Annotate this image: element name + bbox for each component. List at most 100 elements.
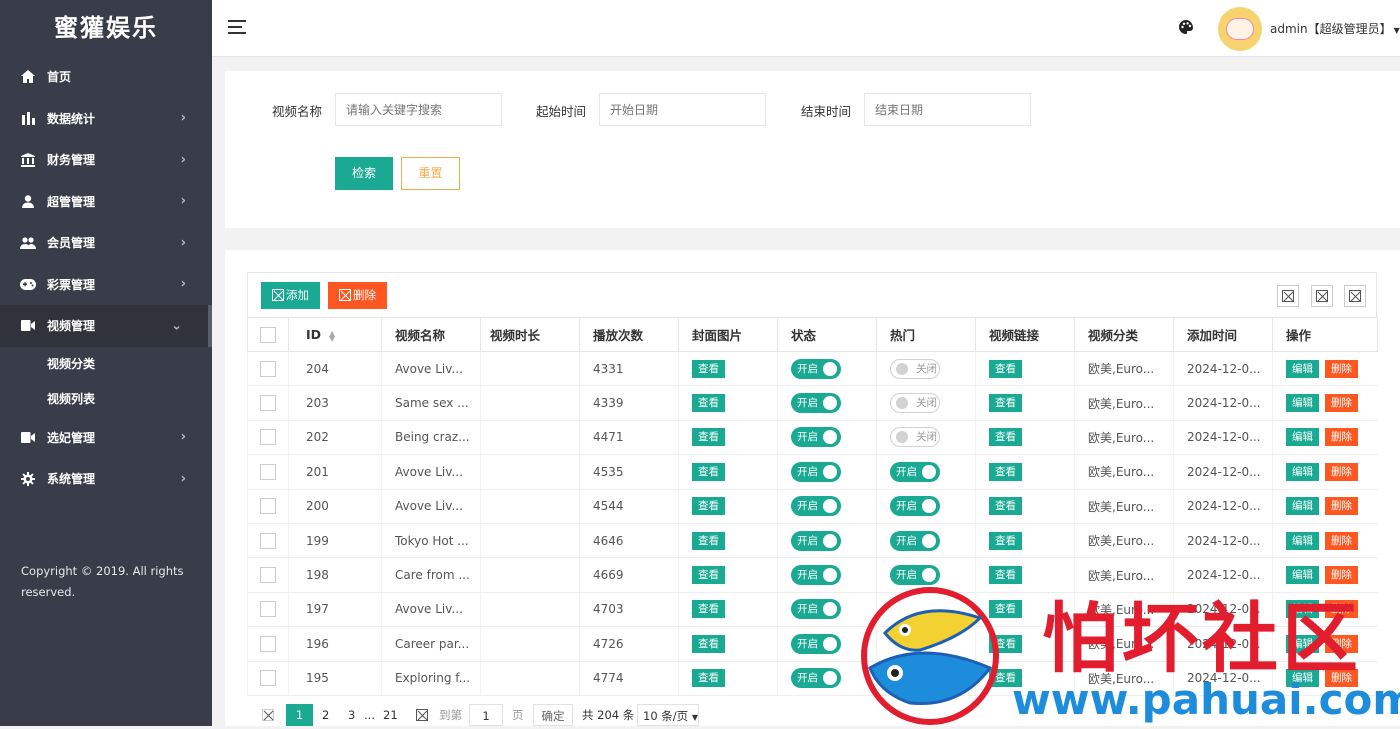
status-toggle[interactable]: 开启 xyxy=(791,393,841,414)
delete-button[interactable]: 删除 xyxy=(1325,497,1358,516)
delete-button[interactable]: 删除 xyxy=(1325,428,1358,447)
view-link-button[interactable]: 查看 xyxy=(989,566,1022,585)
row-checkbox[interactable] xyxy=(260,463,276,480)
view-link-button[interactable]: 查看 xyxy=(989,462,1022,481)
status-toggle[interactable]: 开启 xyxy=(791,530,841,551)
sidebar-item-0[interactable]: 选妃管理 › xyxy=(0,417,212,459)
row-checkbox[interactable] xyxy=(260,498,276,515)
filter-columns-icon[interactable] xyxy=(1277,285,1299,307)
delete-button[interactable]: 删除 xyxy=(1325,634,1358,653)
batch-delete-button[interactable]: 删除 xyxy=(328,282,387,309)
status-toggle[interactable]: 开启 xyxy=(791,358,841,379)
edit-button[interactable]: 编辑 xyxy=(1286,600,1319,619)
hot-toggle[interactable]: 关闭 xyxy=(890,393,940,414)
hot-toggle[interactable]: 开启 xyxy=(890,461,940,482)
next-page-icon[interactable] xyxy=(416,704,428,726)
status-toggle[interactable]: 开启 xyxy=(791,461,841,482)
row-select-cell[interactable] xyxy=(247,489,289,524)
sidebar-item-2[interactable]: 财务管理 › xyxy=(0,139,212,181)
row-checkbox[interactable] xyxy=(260,567,276,584)
edit-button[interactable]: 编辑 xyxy=(1286,497,1319,516)
palette-icon[interactable] xyxy=(1178,19,1194,38)
view-cover-button[interactable]: 查看 xyxy=(692,428,725,447)
edit-button[interactable]: 编辑 xyxy=(1286,634,1319,653)
row-checkbox[interactable] xyxy=(260,601,276,618)
hot-toggle[interactable]: 开启 xyxy=(890,565,940,586)
video-name-input[interactable] xyxy=(335,93,502,126)
edit-button[interactable]: 编辑 xyxy=(1286,531,1319,550)
row-checkbox[interactable] xyxy=(260,395,276,412)
submenu-item-1[interactable]: 视频列表 xyxy=(0,382,212,417)
goto-confirm-button[interactable]: 确定 xyxy=(533,704,573,726)
avatar[interactable] xyxy=(1218,7,1262,51)
row-checkbox[interactable] xyxy=(260,635,276,652)
view-link-button[interactable]: 查看 xyxy=(989,428,1022,447)
view-cover-button[interactable]: 查看 xyxy=(692,359,725,378)
delete-button[interactable]: 删除 xyxy=(1325,669,1358,688)
row-checkbox[interactable] xyxy=(260,670,276,687)
row-select-cell[interactable] xyxy=(247,557,289,593)
status-toggle[interactable]: 开启 xyxy=(791,427,841,448)
edit-button[interactable]: 编辑 xyxy=(1286,394,1319,413)
submenu-item-0[interactable]: 视频分类 xyxy=(0,347,212,382)
view-cover-button[interactable]: 查看 xyxy=(692,394,725,413)
start-date-input[interactable] xyxy=(599,93,766,126)
select-all-checkbox[interactable] xyxy=(260,326,276,343)
per-page-select[interactable]: 10 条/页 ▼ xyxy=(637,704,699,726)
view-link-button[interactable]: 查看 xyxy=(989,634,1022,653)
view-link-button[interactable]: 查看 xyxy=(989,600,1022,619)
prev-page-icon[interactable] xyxy=(262,704,274,726)
view-link-button[interactable]: 查看 xyxy=(989,359,1022,378)
goto-page-input[interactable]: 1 xyxy=(469,704,503,726)
status-toggle[interactable]: 开启 xyxy=(791,565,841,586)
view-cover-button[interactable]: 查看 xyxy=(692,566,725,585)
sort-icon[interactable]: ▲ ▼ xyxy=(329,329,335,342)
edit-button[interactable]: 编辑 xyxy=(1286,566,1319,585)
page-3[interactable]: 3 xyxy=(348,704,355,726)
add-button[interactable]: 添加 xyxy=(261,282,320,309)
sidebar-item-1[interactable]: 数据统计 › xyxy=(0,98,212,140)
view-cover-button[interactable]: 查看 xyxy=(692,600,725,619)
col-id[interactable]: ID ▲ ▼ xyxy=(288,317,382,352)
status-toggle[interactable]: 开启 xyxy=(791,633,841,654)
row-select-cell[interactable] xyxy=(247,626,289,662)
row-select-cell[interactable] xyxy=(247,454,289,490)
row-select-cell[interactable] xyxy=(247,592,289,628)
row-select-cell[interactable] xyxy=(247,661,289,696)
delete-button[interactable]: 删除 xyxy=(1325,600,1358,619)
search-button[interactable]: 检索 xyxy=(335,157,393,190)
row-checkbox[interactable] xyxy=(260,360,276,377)
delete-button[interactable]: 删除 xyxy=(1325,531,1358,550)
reset-button[interactable]: 重置 xyxy=(401,157,460,190)
end-date-input[interactable] xyxy=(864,93,1031,126)
hot-toggle[interactable]: 开启 xyxy=(890,530,940,551)
row-select-cell[interactable] xyxy=(247,351,289,387)
edit-button[interactable]: 编辑 xyxy=(1286,359,1319,378)
view-cover-button[interactable]: 查看 xyxy=(692,462,725,481)
hot-toggle[interactable]: 关闭 xyxy=(890,427,940,448)
delete-button[interactable]: 删除 xyxy=(1325,462,1358,481)
row-checkbox[interactable] xyxy=(260,532,276,549)
sidebar-item-0[interactable]: 首页 xyxy=(0,56,212,98)
view-cover-button[interactable]: 查看 xyxy=(692,531,725,550)
status-toggle[interactable]: 开启 xyxy=(791,599,841,620)
view-link-button[interactable]: 查看 xyxy=(989,497,1022,516)
page-21[interactable]: 21 xyxy=(383,704,398,726)
sidebar-item-4[interactable]: 会员管理 › xyxy=(0,222,212,264)
edit-button[interactable]: 编辑 xyxy=(1286,669,1319,688)
user-menu[interactable]: admin【超级管理员】 ▼ xyxy=(1270,20,1400,37)
menu-toggle-icon[interactable] xyxy=(228,20,246,34)
status-toggle[interactable]: 开启 xyxy=(791,668,841,689)
view-cover-button[interactable]: 查看 xyxy=(692,669,725,688)
sidebar-item-1[interactable]: 系统管理 › xyxy=(0,458,212,500)
sidebar-item-5[interactable]: 彩票管理 › xyxy=(0,264,212,306)
row-select-cell[interactable] xyxy=(247,420,289,456)
export-icon[interactable] xyxy=(1311,285,1333,307)
view-link-button[interactable]: 查看 xyxy=(989,531,1022,550)
edit-button[interactable]: 编辑 xyxy=(1286,428,1319,447)
view-link-button[interactable]: 查看 xyxy=(989,669,1022,688)
view-cover-button[interactable]: 查看 xyxy=(692,634,725,653)
status-toggle[interactable]: 开启 xyxy=(791,496,841,517)
delete-button[interactable]: 删除 xyxy=(1325,359,1358,378)
delete-button[interactable]: 删除 xyxy=(1325,394,1358,413)
